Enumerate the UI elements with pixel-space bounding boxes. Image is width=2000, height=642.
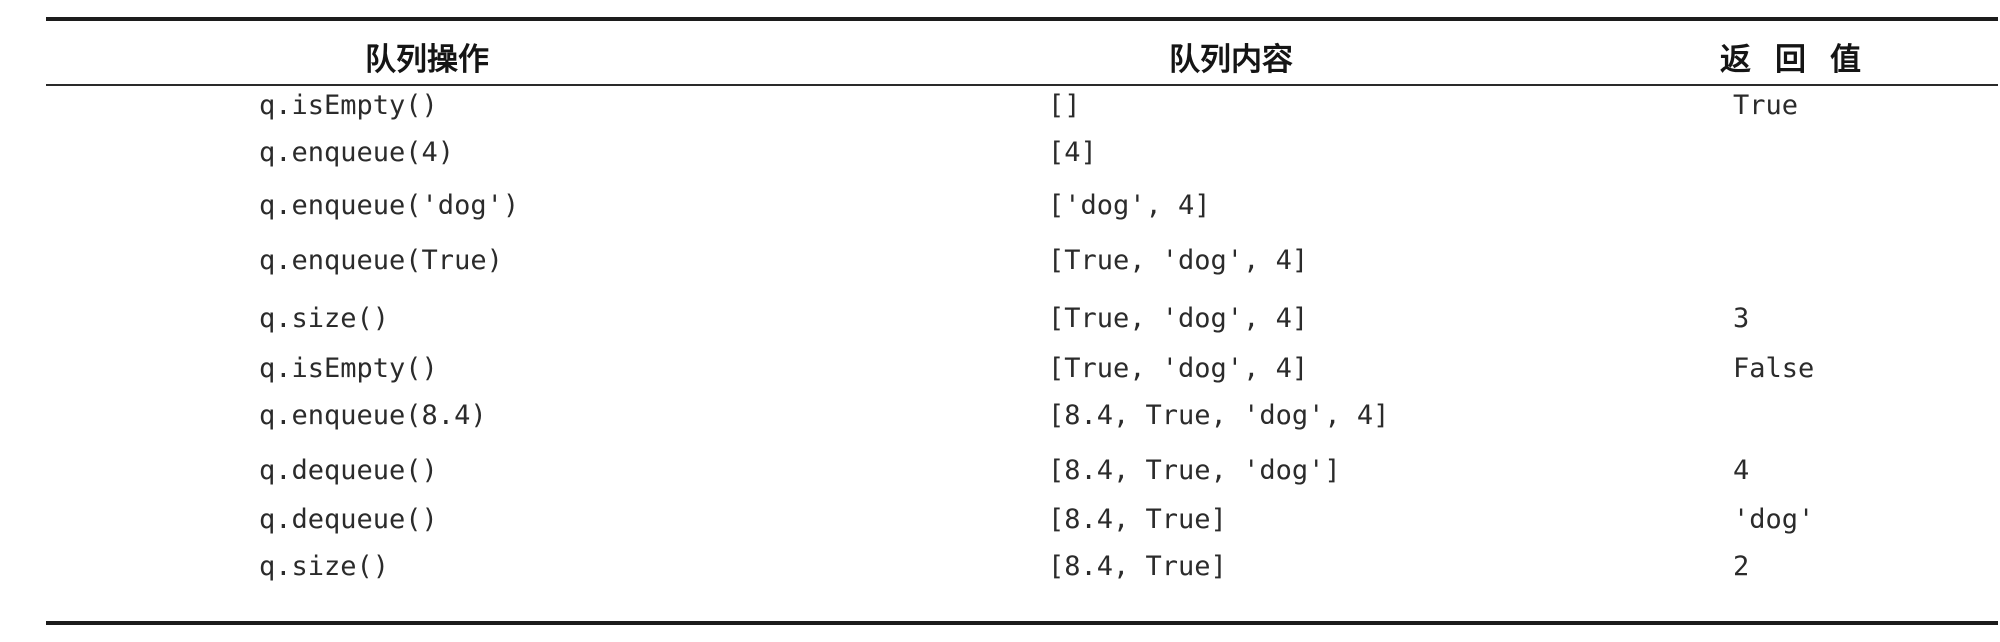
- table-row: q.enqueue(8.4) [8.4, True, 'dog', 4]: [46, 396, 1998, 436]
- table-header-row: 队列操作 队列内容 返回值: [46, 21, 1998, 84]
- content-cell: ['dog', 4]: [1048, 190, 1211, 221]
- operation-cell: q.dequeue(): [259, 504, 438, 535]
- queue-operations-table: 队列操作 队列内容 返回值 q.isEmpty() [] True q.enqu…: [46, 17, 1998, 625]
- return-value-cell: False: [1733, 353, 1815, 384]
- header-content: 队列内容: [1169, 42, 1293, 78]
- content-cell: [8.4, True, 'dog', 4]: [1048, 400, 1390, 431]
- operation-cell: q.enqueue('dog'): [259, 190, 520, 221]
- table-bottom-rule: [46, 621, 1998, 625]
- table-row: q.dequeue() [8.4, True] 'dog': [46, 500, 1998, 540]
- table-body: q.isEmpty() [] True q.enqueue(4) [4] q.e…: [46, 86, 1998, 621]
- operation-cell: q.size(): [259, 303, 390, 334]
- return-value-cell: True: [1733, 90, 1799, 121]
- return-value-cell: 2: [1733, 551, 1750, 582]
- content-cell: [8.4, True]: [1048, 551, 1227, 582]
- operation-cell: q.enqueue(8.4): [259, 400, 487, 431]
- header-return-value: 返回值: [1720, 42, 1885, 78]
- table-row: q.enqueue('dog') ['dog', 4]: [46, 186, 1998, 226]
- content-cell: [8.4, True]: [1048, 504, 1227, 535]
- table-row: q.dequeue() [8.4, True, 'dog'] 4: [46, 451, 1998, 491]
- table-row: q.size() [8.4, True] 2: [46, 547, 1998, 587]
- operation-cell: q.isEmpty(): [259, 90, 438, 121]
- table-row: q.size() [True, 'dog', 4] 3: [46, 299, 1998, 339]
- table-row: q.isEmpty() [True, 'dog', 4] False: [46, 349, 1998, 389]
- content-cell: [True, 'dog', 4]: [1048, 245, 1309, 276]
- return-value-cell: 4: [1733, 455, 1750, 486]
- table-row: q.enqueue(4) [4]: [46, 133, 1998, 173]
- table-row: q.enqueue(True) [True, 'dog', 4]: [46, 241, 1998, 281]
- return-value-cell: 'dog': [1733, 504, 1815, 535]
- content-cell: [True, 'dog', 4]: [1048, 303, 1309, 334]
- operation-cell: q.dequeue(): [259, 455, 438, 486]
- header-operation: 队列操作: [365, 42, 489, 78]
- return-value-cell: 3: [1733, 303, 1750, 334]
- operation-cell: q.enqueue(4): [259, 137, 455, 168]
- content-cell: []: [1048, 90, 1081, 121]
- content-cell: [4]: [1048, 137, 1097, 168]
- operation-cell: q.isEmpty(): [259, 353, 438, 384]
- content-cell: [8.4, True, 'dog']: [1048, 455, 1341, 486]
- table-row: q.isEmpty() [] True: [46, 86, 1998, 126]
- operation-cell: q.enqueue(True): [259, 245, 503, 276]
- content-cell: [True, 'dog', 4]: [1048, 353, 1309, 384]
- operation-cell: q.size(): [259, 551, 390, 582]
